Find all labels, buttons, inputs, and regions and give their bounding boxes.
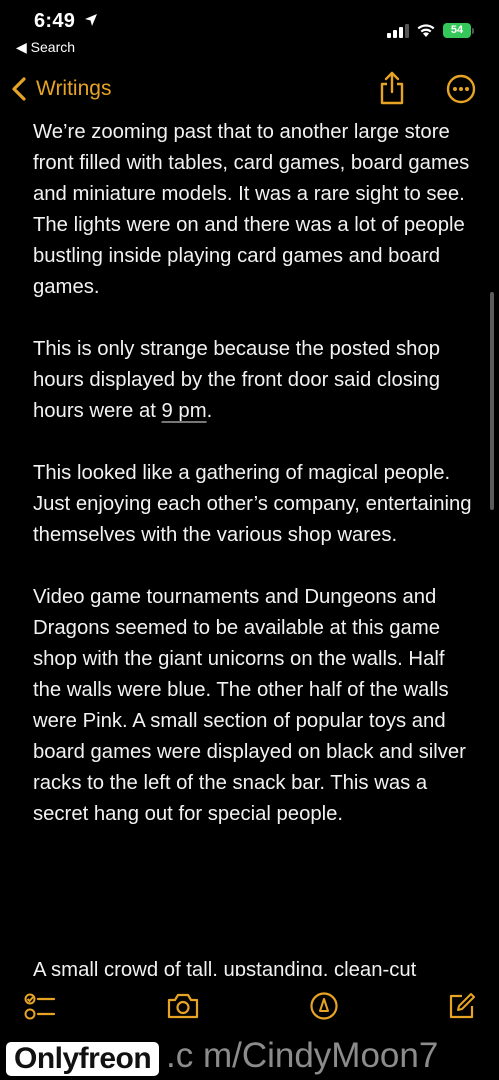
back-app-label: Search bbox=[30, 39, 76, 55]
camera-icon[interactable] bbox=[166, 992, 200, 1020]
back-button[interactable]: Writings bbox=[8, 74, 111, 104]
back-triangle-icon: ◀︎ bbox=[16, 39, 31, 55]
location-arrow-icon bbox=[85, 14, 97, 26]
more-icon[interactable] bbox=[446, 74, 476, 104]
watermark-text: .c m/CindyMoon7 bbox=[166, 1036, 439, 1075]
note-paragraph-1: We’re zooming past that to another large… bbox=[33, 121, 470, 298]
note-paragraph-2: This is only strange because the posted … bbox=[33, 334, 473, 427]
note-paragraph-3: This looked like a gathering of magical … bbox=[33, 462, 472, 546]
battery-cap bbox=[472, 28, 474, 34]
markup-pen-icon[interactable] bbox=[310, 992, 338, 1020]
chevron-left-icon bbox=[12, 77, 26, 101]
signal-icon bbox=[387, 24, 409, 38]
scrollbar[interactable] bbox=[490, 292, 494, 510]
checklist-icon[interactable] bbox=[24, 992, 56, 1022]
back-button-label: Writings bbox=[36, 77, 112, 100]
note-paragraph-2-end: . bbox=[206, 400, 213, 422]
status-time: 6:49 bbox=[34, 10, 76, 32]
battery-indicator: 54 bbox=[443, 23, 471, 38]
note-paragraph-4: Video game tournaments and Dungeons and … bbox=[33, 586, 466, 825]
navigation-bar: Writings bbox=[0, 66, 499, 112]
status-bar: 6:49 ◀︎ Search 54 bbox=[0, 0, 499, 60]
watermark-logo: Onlyfreon bbox=[6, 1042, 160, 1076]
note-body[interactable]: We’re zooming past that to another large… bbox=[33, 117, 473, 861]
note-paragraph-2-text: This is only strange because the posted … bbox=[33, 338, 441, 422]
share-icon[interactable] bbox=[378, 70, 406, 106]
watermark: Onlyfreon .c m/CindyMoon7 bbox=[0, 1036, 499, 1080]
detected-time-link[interactable]: 9 pm bbox=[162, 400, 207, 422]
back-to-search-link[interactable]: ◀︎ Search bbox=[16, 39, 75, 56]
compose-icon[interactable] bbox=[448, 992, 476, 1020]
bottom-toolbar bbox=[0, 976, 499, 1040]
wifi-icon bbox=[417, 24, 435, 37]
